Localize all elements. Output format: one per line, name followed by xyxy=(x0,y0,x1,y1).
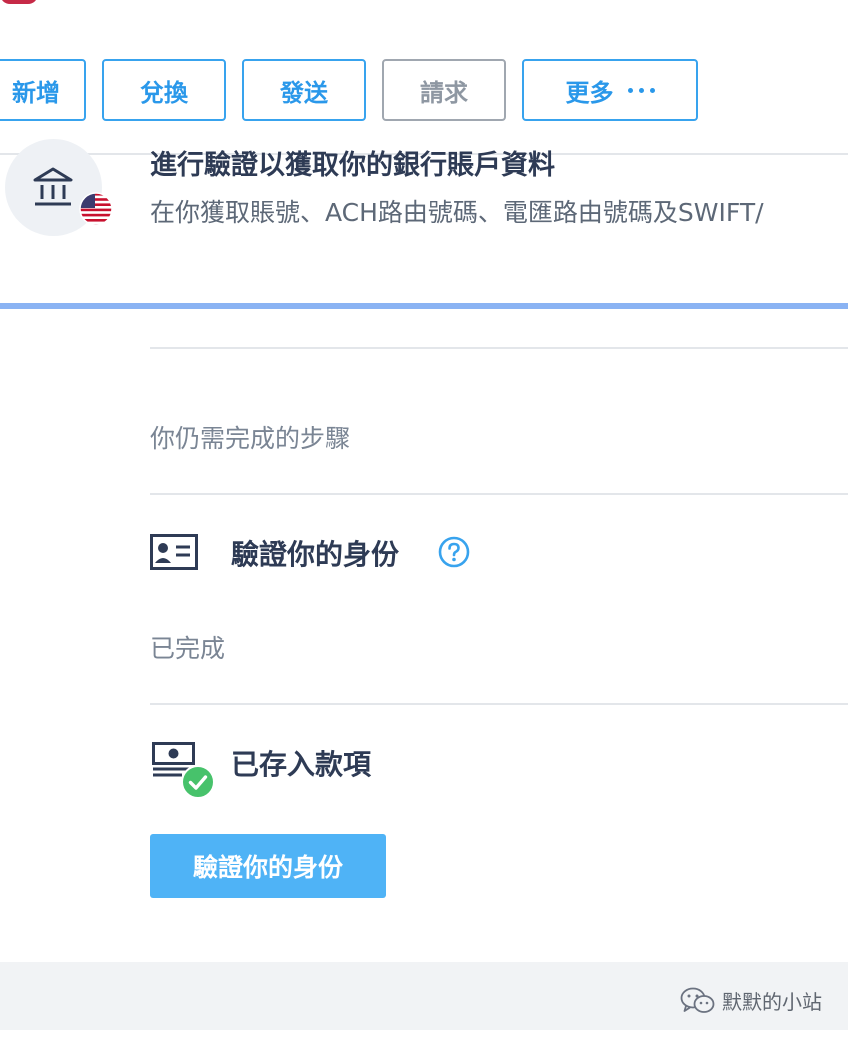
watermark: 默默的小站 xyxy=(680,986,822,1015)
remaining-steps-label: 你仍需完成的步驟 xyxy=(150,424,351,453)
more-button[interactable]: 更多 xyxy=(522,59,698,121)
id-card-icon xyxy=(150,534,198,570)
wechat-icon xyxy=(680,987,715,1013)
request-button[interactable]: 請求 xyxy=(382,59,506,121)
deposit-title: 已存入款項 xyxy=(231,748,372,781)
notification-badge xyxy=(0,0,38,4)
us-flag-icon xyxy=(79,192,113,226)
bank-icon xyxy=(33,167,73,206)
send-button-label: 發送 xyxy=(280,78,328,107)
banner-description: 在你獲取賬號、ACH路由號碼、電匯路由號碼及SWIFT/ xyxy=(150,198,764,227)
send-button[interactable]: 發送 xyxy=(242,59,366,121)
section-divider xyxy=(150,347,848,349)
verify-identity-button[interactable]: 驗證你的身份 xyxy=(150,834,386,898)
progress-rule xyxy=(0,303,848,309)
verify-identity-title: 驗證你的身份 xyxy=(231,538,400,571)
check-icon xyxy=(181,765,215,799)
banner-title: 進行驗證以獲取你的銀行賬戶資料 xyxy=(150,150,555,181)
exchange-button-label: 兌換 xyxy=(140,78,188,107)
verify-identity-button-label: 驗證你的身份 xyxy=(192,853,343,882)
more-button-label: 更多 xyxy=(565,78,614,107)
exchange-button[interactable]: 兌換 xyxy=(102,59,226,121)
request-button-label: 請求 xyxy=(420,78,468,107)
watermark-text: 默默的小站 xyxy=(722,990,822,1014)
more-dots-icon xyxy=(627,87,655,93)
section-divider xyxy=(150,493,848,495)
add-button[interactable]: 新增 xyxy=(0,59,86,121)
help-icon[interactable] xyxy=(438,536,470,568)
section-divider xyxy=(150,703,848,705)
completed-label: 已完成 xyxy=(150,634,226,663)
add-button-label: 新增 xyxy=(12,78,60,107)
